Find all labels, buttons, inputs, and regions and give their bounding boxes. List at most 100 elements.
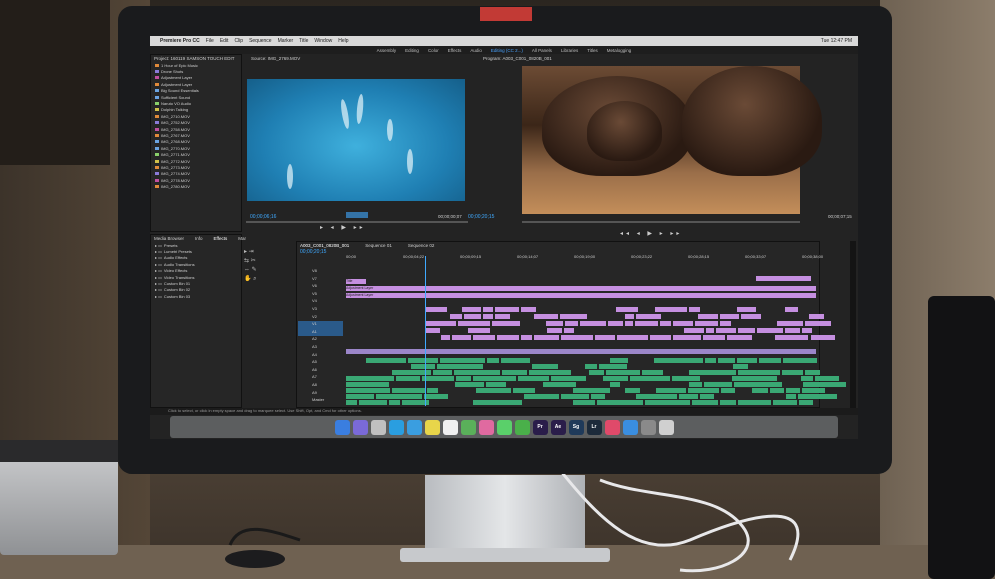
source-zoom-control[interactable] [346, 212, 368, 218]
dock-app-icon[interactable] [460, 419, 476, 435]
video-clip[interactable] [483, 314, 494, 319]
audio-clip[interactable] [588, 370, 604, 375]
video-clip[interactable] [660, 321, 671, 326]
audio-clip[interactable] [346, 394, 375, 399]
video-clip[interactable] [561, 335, 593, 340]
audio-clip[interactable] [799, 400, 813, 405]
track-header[interactable]: V7 [298, 276, 343, 284]
audio-clip[interactable] [672, 376, 701, 381]
video-clip[interactable] [741, 314, 761, 319]
audio-clip[interactable] [802, 388, 825, 393]
audio-clip[interactable] [733, 382, 782, 387]
audio-clip[interactable] [346, 388, 390, 393]
video-clip[interactable] [615, 307, 639, 312]
video-clip[interactable] [547, 328, 563, 333]
video-clip[interactable] [608, 321, 624, 326]
audio-clip[interactable] [786, 388, 801, 393]
audio-clip[interactable] [454, 382, 484, 387]
audio-clip[interactable] [609, 382, 620, 387]
video-clip[interactable] [672, 321, 693, 326]
audio-clip[interactable] [346, 376, 395, 381]
video-clip[interactable] [738, 328, 755, 333]
audio-clip[interactable] [473, 400, 522, 405]
track-header[interactable]: A7 [298, 374, 343, 382]
video-clip[interactable] [533, 314, 558, 319]
project-panel-title[interactable]: Project: 160119 SAMSON TOUCH EDIT [151, 55, 241, 62]
audio-clip[interactable] [687, 388, 720, 393]
video-clip[interactable] [616, 335, 648, 340]
audio-clip[interactable] [704, 382, 732, 387]
source-scrub-bar[interactable] [246, 221, 468, 223]
audio-clip[interactable] [551, 376, 586, 381]
menu-title[interactable]: Title [299, 38, 308, 44]
video-clip[interactable] [495, 314, 510, 319]
audio-clip[interactable] [692, 400, 718, 405]
video-clip[interactable] [426, 307, 447, 312]
program-scrub-bar[interactable] [522, 221, 800, 223]
dock-app-icon[interactable] [478, 419, 494, 435]
video-clip[interactable] [802, 328, 813, 333]
audio-clip[interactable] [645, 400, 691, 405]
track-header[interactable]: A9 [298, 390, 343, 398]
adjustment-layer-clip[interactable]: Adjustment Layer [346, 293, 816, 298]
dock-app-icon[interactable] [334, 419, 350, 435]
audio-clip[interactable] [456, 376, 472, 381]
audio-clip[interactable] [486, 382, 506, 387]
audio-clip[interactable] [689, 370, 737, 375]
audio-clip[interactable] [733, 364, 749, 369]
video-clip[interactable] [672, 335, 702, 340]
menu-help[interactable]: Help [338, 38, 348, 44]
audio-clip[interactable] [433, 370, 453, 375]
video-clip[interactable] [694, 321, 718, 326]
dock-app-icon[interactable] [406, 419, 422, 435]
audio-clip[interactable] [411, 364, 435, 369]
video-clip[interactable] [520, 335, 532, 340]
adjustment-layer-clip[interactable]: Adjustment Layer [346, 286, 816, 291]
tool-icons[interactable]: ▸ ⇥ ⇆ ✂ ⇔ ✎ ✋ ⌕ [244, 248, 264, 284]
video-clip[interactable] [756, 276, 811, 281]
audio-clip[interactable] [436, 364, 483, 369]
audio-clip[interactable] [679, 394, 698, 399]
audio-clip[interactable] [359, 400, 387, 405]
audio-clip[interactable] [487, 358, 500, 363]
track-header[interactable]: A4 [298, 352, 343, 360]
audio-clip[interactable] [391, 388, 425, 393]
dock-app-icon[interactable] [442, 419, 458, 435]
menu-edit[interactable]: Edit [220, 38, 229, 44]
audio-clip[interactable] [573, 388, 611, 393]
dock-app-icon[interactable] [640, 419, 656, 435]
menu-file[interactable]: File [206, 38, 214, 44]
video-clip[interactable] [520, 307, 537, 312]
track-header[interactable]: V8 [298, 268, 343, 276]
audio-clip[interactable] [573, 400, 596, 405]
audio-clip[interactable] [376, 394, 423, 399]
tab-media-browser[interactable]: Media Browser [151, 235, 187, 242]
video-clip[interactable] [689, 307, 701, 312]
dock-app-icon[interactable] [658, 419, 674, 435]
video-clip[interactable] [546, 321, 563, 326]
audio-clip[interactable] [501, 370, 528, 375]
workspace-tab-active[interactable]: Editing (CC 2...) [491, 48, 523, 53]
audio-clip[interactable] [440, 358, 486, 363]
audio-clip[interactable] [782, 358, 817, 363]
audio-clip[interactable] [529, 370, 572, 375]
program-monitor-title[interactable]: Program: A003_C001_0820B_001 [480, 55, 555, 62]
workspace-tab[interactable]: Libraries [561, 48, 578, 53]
audio-clip[interactable] [501, 358, 531, 363]
video-clip[interactable] [533, 335, 560, 340]
audio-clip[interactable] [531, 364, 558, 369]
audio-clip[interactable] [721, 388, 735, 393]
menu-sequence[interactable]: Sequence [249, 38, 272, 44]
track-header[interactable]: A2 [298, 336, 343, 344]
audio-clip[interactable] [717, 358, 736, 363]
dock-app-icon[interactable] [622, 419, 638, 435]
video-clip[interactable] [495, 307, 519, 312]
audio-clip[interactable] [738, 400, 772, 405]
track-header[interactable]: V2 [298, 314, 343, 322]
video-clip[interactable] [580, 321, 607, 326]
video-clip[interactable] [451, 335, 472, 340]
program-transport-controls[interactable]: ◂◂ ◂ ▶ ▸ ▸▸ [620, 230, 682, 237]
audio-clip[interactable] [804, 370, 821, 375]
video-clip[interactable] [785, 328, 801, 333]
dock-app-icon[interactable] [388, 419, 404, 435]
